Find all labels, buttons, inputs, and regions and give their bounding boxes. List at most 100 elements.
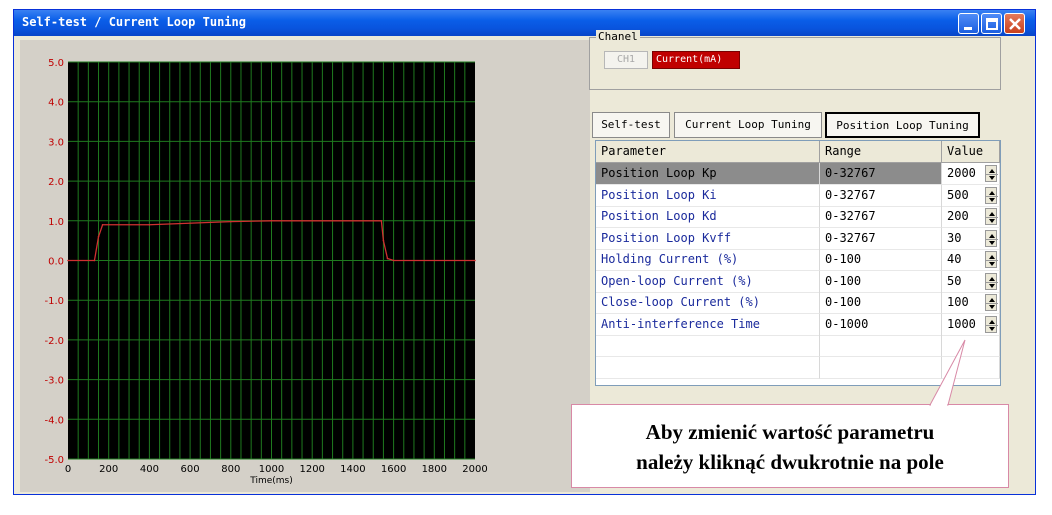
value-spinner[interactable]: [985, 315, 998, 333]
table-row[interactable]: Position Loop Ki 0-32767 500: [596, 184, 1000, 207]
range-cell[interactable]: 0-32767: [820, 184, 942, 207]
empty-cell: [596, 356, 820, 379]
value-cell[interactable]: 40: [942, 249, 1000, 271]
spinner-arrows-icon: [986, 212, 998, 223]
value-cell[interactable]: 200: [942, 206, 1000, 228]
value-spinner[interactable]: [985, 272, 998, 290]
y-tick-label: 1.0: [48, 217, 64, 228]
maximize-button[interactable]: [981, 13, 1002, 34]
value-cell-text: 40: [947, 252, 962, 266]
current-channel-field[interactable]: Current(mA): [652, 51, 740, 69]
value-cell-text: 500: [947, 187, 969, 202]
x-tick-label: 1800: [422, 464, 447, 475]
table-row[interactable]: Close-loop Current (%) 0-100 100: [596, 292, 1000, 314]
tab-self-test[interactable]: Self-test: [592, 112, 670, 138]
x-tick-label: 1400: [340, 464, 365, 475]
parameter-cell-text: Anti-interference Time: [601, 316, 760, 331]
data-point: [474, 259, 476, 262]
range-cell[interactable]: 0-32767: [820, 227, 942, 250]
close-icon: [1009, 18, 1021, 30]
data-point: [386, 257, 389, 260]
close-button[interactable]: [1004, 13, 1025, 34]
range-cell[interactable]: 0-32767: [820, 163, 942, 185]
table-row[interactable]: Position Loop Kvff 0-32767 30: [596, 227, 1000, 250]
range-cell-text: 0-100: [825, 295, 862, 309]
empty-table-row: [596, 335, 1000, 357]
table-row[interactable]: Anti-interference Time 0-1000 1000: [596, 313, 1000, 336]
table-row[interactable]: Open-loop Current (%) 0-100 50: [596, 270, 1000, 293]
data-point: [93, 259, 96, 262]
chanel-group: Chanel CH1 Current(mA): [589, 30, 1001, 90]
parameter-cell[interactable]: Position Loop Ki: [596, 184, 820, 207]
tab-current-loop-tuning[interactable]: Current Loop Tuning: [674, 112, 822, 138]
minimize-button[interactable]: [958, 13, 979, 34]
data-point: [97, 235, 100, 238]
data-point: [382, 239, 385, 242]
value-spinner[interactable]: [985, 294, 998, 311]
range-cell[interactable]: 0-100: [820, 292, 942, 314]
value-spinner[interactable]: [985, 251, 998, 268]
table-row[interactable]: Position Loop Kp 0-32767 2000: [596, 163, 1000, 185]
chanel-legend: Chanel: [596, 30, 640, 43]
x-tick-label: 1600: [381, 464, 406, 475]
value-spinner[interactable]: [985, 165, 998, 182]
data-point: [230, 220, 232, 223]
spinner-arrows-icon: [986, 233, 998, 245]
data-point: [101, 223, 104, 226]
x-tick-label: 2000: [462, 464, 487, 475]
value-spinner[interactable]: [985, 186, 998, 204]
value-cell[interactable]: 50: [942, 270, 1000, 293]
header-value[interactable]: Value: [942, 141, 1000, 163]
x-tick-label: 600: [181, 464, 200, 475]
parameter-cell-text: Position Loop Kp: [601, 166, 717, 180]
ch1-button[interactable]: CH1: [604, 51, 648, 69]
empty-cell: [820, 335, 942, 357]
table-header: Parameter Range Value: [596, 141, 1000, 163]
range-cell[interactable]: 0-1000: [820, 313, 942, 336]
title-bar[interactable]: Self-test / Current Loop Tuning: [14, 10, 1035, 36]
parameter-cell-text: Position Loop Ki: [601, 187, 717, 202]
value-cell[interactable]: 500: [942, 184, 1000, 207]
data-point: [392, 259, 395, 262]
value-spinner[interactable]: [985, 208, 998, 225]
spinner-arrows-icon: [986, 255, 998, 266]
data-point: [67, 259, 69, 262]
parameter-cell[interactable]: Position Loop Kvff: [596, 227, 820, 250]
parameter-cell[interactable]: Close-loop Current (%): [596, 292, 820, 314]
header-range[interactable]: Range: [820, 141, 942, 163]
x-axis-label: Time(ms): [249, 476, 293, 486]
table-row[interactable]: Holding Current (%) 0-100 40: [596, 249, 1000, 271]
y-tick-label: -4.0: [44, 415, 64, 426]
parameter-cell[interactable]: Open-loop Current (%): [596, 270, 820, 293]
value-cell[interactable]: 2000: [942, 163, 1000, 185]
table-row[interactable]: Position Loop Kd 0-32767 200: [596, 206, 1000, 228]
empty-cell: [942, 335, 1000, 357]
value-cell-text: 30: [947, 230, 962, 245]
y-tick-label: -3.0: [44, 376, 64, 387]
range-cell[interactable]: 0-32767: [820, 206, 942, 228]
value-cell-text: 100: [947, 295, 969, 309]
range-cell-text: 0-1000: [825, 316, 869, 331]
data-point: [148, 223, 151, 226]
parameter-cell[interactable]: Position Loop Kd: [596, 206, 820, 228]
parameter-cell[interactable]: Anti-interference Time: [596, 313, 820, 336]
value-cell[interactable]: 30: [942, 227, 1000, 250]
range-cell[interactable]: 0-100: [820, 249, 942, 271]
chart-panel: 5.0 4.0 3.0 2.0 1.0 0.0 -1.0 -2.0 -3.0 -4.0 -5.0 0 2…: [20, 40, 590, 492]
parameter-cell[interactable]: Holding Current (%): [596, 249, 820, 271]
spinner-arrows-icon: [986, 276, 998, 288]
value-spinner[interactable]: [985, 229, 998, 247]
value-cell[interactable]: 1000: [942, 313, 1000, 336]
header-parameter[interactable]: Parameter: [596, 141, 820, 163]
range-cell-text: 0-100: [825, 252, 862, 266]
spinner-arrows-icon: [986, 298, 998, 309]
tab-position-loop-tuning[interactable]: Position Loop Tuning: [825, 112, 980, 138]
range-cell-text: 0-32767: [825, 166, 876, 180]
callout-line-1: Aby zmienić wartość parametru: [645, 420, 935, 444]
range-cell-text: 0-32767: [825, 209, 876, 223]
value-cell[interactable]: 100: [942, 292, 1000, 314]
range-cell[interactable]: 0-100: [820, 270, 942, 293]
parameter-cell[interactable]: Position Loop Kp: [596, 163, 820, 185]
x-tick-label: 1000: [259, 464, 284, 475]
spinner-arrows-icon: [986, 319, 998, 331]
